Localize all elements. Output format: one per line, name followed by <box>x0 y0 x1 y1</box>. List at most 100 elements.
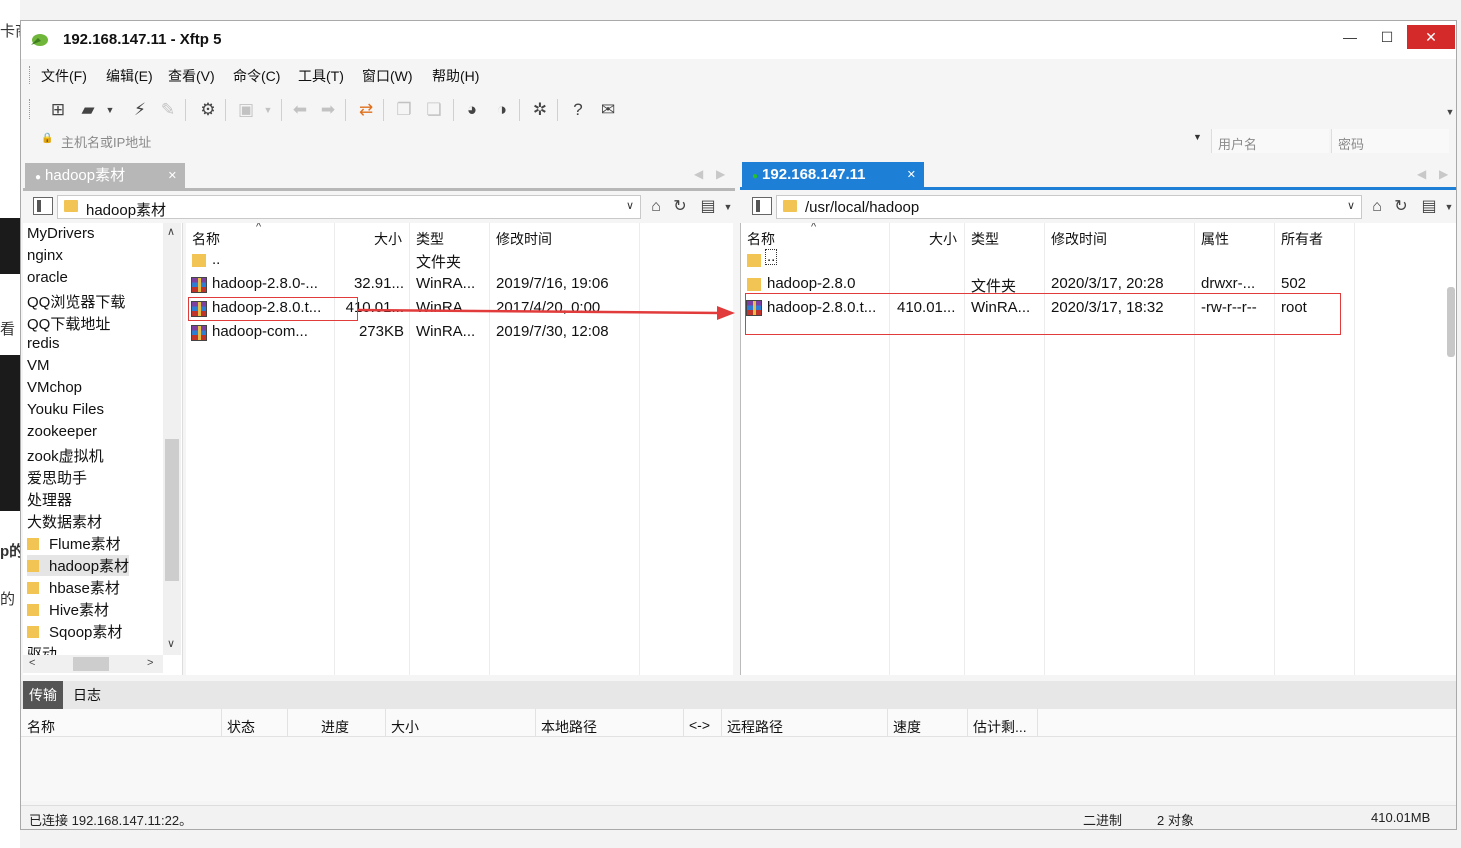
tree-horizontal-scrollbar[interactable]: < > <box>23 655 163 673</box>
password-input[interactable]: 密码 <box>1331 129 1449 153</box>
sync-transfer-icon[interactable]: ⇄ <box>355 99 377 121</box>
tab-prev-icon[interactable]: ◀ <box>1417 167 1426 181</box>
tab-log[interactable]: 日志 <box>67 681 107 709</box>
xshell-icon[interactable]: ◕ <box>461 99 483 121</box>
path-dropdown-icon[interactable]: ∨ <box>1347 199 1355 212</box>
transfer-column-speed[interactable]: 速度 <box>893 717 921 737</box>
tree-item[interactable]: zookeeper <box>27 423 97 440</box>
column-header-type[interactable]: 类型 <box>416 229 444 249</box>
tree-item[interactable]: Flume素材 <box>27 533 121 554</box>
open-dropdown-icon[interactable]: ▼ <box>99 99 121 121</box>
view-dropdown-icon[interactable]: ▼ <box>717 197 739 217</box>
column-header-size[interactable]: 大小 <box>929 229 957 249</box>
tree-item[interactable]: hbase素材 <box>27 577 120 598</box>
tree-item[interactable]: QQ浏览器下载 <box>27 291 125 312</box>
tree-toggle-icon[interactable] <box>33 197 53 215</box>
tree-item[interactable]: Hive素材 <box>27 599 109 620</box>
tab-remote[interactable]: ● 192.168.147.11 ✕ <box>742 162 924 188</box>
tree-item[interactable]: oracle <box>27 269 68 286</box>
tab-transfer[interactable]: 传输 <box>23 681 63 709</box>
scroll-right-icon[interactable]: > <box>147 657 153 669</box>
parent-folder-icon[interactable]: ⌂ <box>645 197 667 217</box>
toolbar-grip[interactable] <box>29 99 32 119</box>
refresh-icon[interactable]: ↻ <box>1390 197 1412 217</box>
view-mode-icon[interactable]: ▤ <box>1418 197 1440 217</box>
properties-icon[interactable]: ⚙ <box>197 99 219 121</box>
menu-view[interactable]: 查看(V) <box>168 66 215 86</box>
tree-item[interactable]: Youku Files <box>27 401 104 418</box>
new-session-icon[interactable]: ⊞ <box>47 99 69 121</box>
transfer-column-local-path[interactable]: 本地路径 <box>541 717 597 737</box>
username-input[interactable]: 用户名 <box>1211 129 1329 153</box>
tree-toggle-icon[interactable] <box>752 197 772 215</box>
refresh-icon[interactable]: ↻ <box>669 197 691 217</box>
settings-gear-icon[interactable]: ✲ <box>529 99 551 121</box>
back-arrow-icon[interactable]: ⬅ <box>289 99 311 121</box>
copy-icon[interactable]: ❐ <box>393 99 415 121</box>
column-header-modified[interactable]: 修改时间 <box>1051 229 1107 249</box>
tree-item[interactable]: 爱思助手 <box>27 467 87 488</box>
tree-item[interactable]: Sqoop素材 <box>27 621 122 642</box>
host-dropdown-icon[interactable]: ▼ <box>1193 132 1202 142</box>
tree-item[interactable]: nginx <box>27 247 63 264</box>
path-dropdown-icon[interactable]: ∨ <box>626 199 634 212</box>
tree-item[interactable]: VMchop <box>27 379 82 396</box>
view-dropdown-icon[interactable]: ▼ <box>1438 197 1460 217</box>
menu-grip[interactable] <box>29 66 32 84</box>
column-header-attributes[interactable]: 属性 <box>1201 229 1229 249</box>
column-header-name[interactable]: 名称 <box>192 229 220 249</box>
tree-item-selected[interactable]: hadoop素材 <box>27 555 130 576</box>
parent-folder-icon[interactable]: ⌂ <box>1366 197 1388 217</box>
remote-path-input[interactable]: /usr/local/hadoop ∨ <box>776 195 1362 219</box>
scroll-thumb[interactable] <box>73 657 109 671</box>
column-header-size[interactable]: 大小 <box>374 229 402 249</box>
tree-item[interactable]: zook虚拟机 <box>27 445 104 466</box>
transfer-column-name[interactable]: 名称 <box>27 717 55 737</box>
tab-close-icon[interactable]: ✕ <box>168 163 177 189</box>
menu-tools[interactable]: 工具(T) <box>298 66 344 86</box>
tree-item[interactable]: QQ下载地址 <box>27 313 110 334</box>
menu-window[interactable]: 窗口(W) <box>362 66 413 86</box>
paste-icon[interactable]: ❏ <box>423 99 445 121</box>
menu-command[interactable]: 命令(C) <box>233 66 280 86</box>
xmanager-icon[interactable]: ◑ <box>491 99 513 121</box>
open-folder-icon[interactable]: ▰ <box>77 99 99 121</box>
help-icon[interactable]: ? <box>567 99 589 121</box>
local-path-input[interactable]: hadoop素材 ∨ <box>57 195 641 219</box>
feedback-icon[interactable]: ✉ <box>597 99 619 121</box>
column-header-name[interactable]: 名称 <box>747 229 775 249</box>
scroll-down-icon[interactable]: ∨ <box>167 637 175 650</box>
forward-arrow-icon[interactable]: ➡ <box>317 99 339 121</box>
menu-help[interactable]: 帮助(H) <box>432 66 479 86</box>
tree-vertical-scrollbar[interactable]: ∧ ∨ <box>163 223 181 655</box>
transfer-column-remote-path[interactable]: 远程路径 <box>727 717 783 737</box>
tree-item[interactable]: 大数据素材 <box>27 511 102 532</box>
tab-prev-icon[interactable]: ◀ <box>694 167 703 181</box>
tree-item[interactable]: MyDrivers <box>27 225 95 242</box>
disconnect-icon[interactable]: ✎ <box>157 99 179 121</box>
transfer-column-status[interactable]: 状态 <box>227 717 255 737</box>
tab-local[interactable]: ● hadoop素材 ✕ <box>25 163 185 189</box>
column-header-type[interactable]: 类型 <box>971 229 999 249</box>
connect-icon[interactable]: ⚡ <box>129 99 151 121</box>
menu-edit[interactable]: 编辑(E) <box>106 66 153 86</box>
column-header-owner[interactable]: 所有者 <box>1281 229 1323 249</box>
remote-scroll-thumb[interactable] <box>1447 287 1455 357</box>
host-input[interactable]: 🔒 主机名或IP地址 ▼ <box>35 129 1209 153</box>
maximize-button[interactable]: ☐ <box>1364 25 1410 49</box>
transfer-mode[interactable]: 二进制 <box>1083 810 1122 829</box>
tree-item[interactable]: 处理器 <box>27 489 72 510</box>
column-header-modified[interactable]: 修改时间 <box>496 229 552 249</box>
menu-file[interactable]: 文件(F) <box>41 66 87 86</box>
scroll-thumb[interactable] <box>165 439 179 581</box>
close-button[interactable]: ✕ <box>1407 25 1455 49</box>
transfer-column-size[interactable]: 大小 <box>391 717 419 737</box>
tab-close-icon[interactable]: ✕ <box>907 162 916 188</box>
terminal-dropdown-icon[interactable]: ▼ <box>257 99 279 121</box>
transfer-column-eta[interactable]: 估计剩... <box>973 717 1027 737</box>
scroll-left-icon[interactable]: < <box>29 657 35 669</box>
scroll-up-icon[interactable]: ∧ <box>167 225 175 238</box>
terminal-icon[interactable]: ▣ <box>235 99 257 121</box>
toolbar-overflow-icon[interactable]: ▼ <box>1439 101 1461 123</box>
tree-item[interactable]: VM <box>27 357 50 374</box>
